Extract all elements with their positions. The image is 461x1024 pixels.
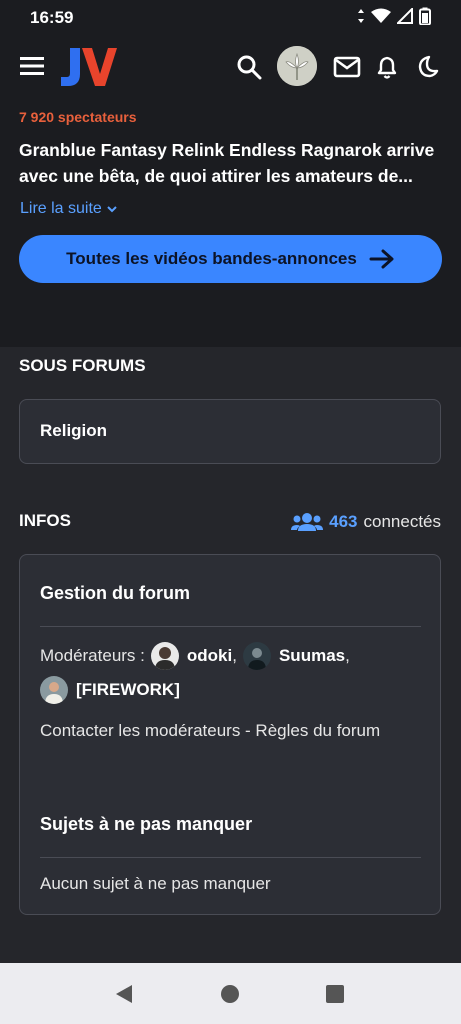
- must-read-empty-text: Aucun sujet à ne pas manquer: [40, 874, 271, 893]
- data-transfer-icon: [358, 9, 364, 23]
- moderators-row-2: [FIREWORK]: [34, 676, 180, 704]
- must-read-heading: Sujets à ne pas manquer: [40, 814, 253, 834]
- connected-count: 463: [329, 512, 358, 531]
- contact-moderators-link[interactable]: Contacter les modérateurs - Règles du fo…: [40, 719, 400, 742]
- moderator-avatar[interactable]: [40, 676, 68, 704]
- home-icon[interactable]: [219, 983, 241, 1005]
- video-section: 7 920 spectateurs Granblue Fantasy Relin…: [0, 100, 461, 347]
- arrow-right-icon: [369, 249, 394, 269]
- management-heading: Gestion du forum: [40, 583, 190, 603]
- subforum-item[interactable]: Religion: [19, 399, 441, 464]
- bell-icon[interactable]: [374, 54, 400, 80]
- status-bar: 16:59: [0, 0, 461, 34]
- battery-icon: [419, 7, 431, 25]
- chevron-down-icon: [107, 206, 117, 213]
- moderators-row: Modérateurs : odoki, Suumas,: [40, 642, 350, 670]
- cell-signal-icon: [397, 8, 413, 24]
- infos-heading: INFOS: [19, 511, 71, 530]
- moderator-avatar[interactable]: [150, 642, 179, 670]
- menu-icon[interactable]: [20, 56, 44, 76]
- subforums-heading: SOUS FORUMS: [19, 356, 146, 375]
- video-title[interactable]: Granblue Fantasy Relink Endless Ragnarok…: [19, 137, 449, 189]
- read-more-link[interactable]: Lire la suite: [20, 200, 118, 218]
- status-time: 16:59: [30, 8, 74, 27]
- divider: [40, 626, 421, 627]
- users-group-icon: [291, 513, 324, 531]
- moderator-separator: ,: [232, 646, 237, 665]
- divider: [40, 857, 421, 858]
- moderator-name[interactable]: Suumas: [279, 646, 345, 666]
- all-trailers-button[interactable]: Toutes les vidéos bandes-annonces: [19, 235, 442, 283]
- connected-users[interactable]: 463 connectés: [291, 512, 441, 532]
- search-icon[interactable]: [236, 54, 262, 80]
- forum-info-card: Gestion du forum Modérateurs : odoki, Su…: [19, 554, 441, 915]
- jv-logo[interactable]: [60, 46, 118, 88]
- moderators-label: Modérateurs :: [40, 646, 145, 665]
- moderator-name[interactable]: [FIREWORK]: [76, 680, 180, 700]
- mail-icon[interactable]: [333, 54, 361, 80]
- spectators-count: 7 920 spectateurs: [19, 109, 137, 125]
- connected-label: connectés: [363, 512, 442, 531]
- user-avatar[interactable]: [277, 46, 317, 86]
- back-icon[interactable]: [113, 983, 135, 1005]
- moderator-name[interactable]: odoki: [187, 646, 232, 666]
- moderator-avatar[interactable]: [242, 642, 271, 670]
- dark-mode-moon-icon[interactable]: [414, 54, 440, 80]
- all-trailers-label: Toutes les vidéos bandes-annonces: [66, 249, 357, 268]
- wifi-icon: [371, 8, 391, 23]
- recent-apps-icon[interactable]: [324, 983, 346, 1005]
- status-icons: [357, 7, 431, 25]
- lily-flower-icon: [277, 46, 317, 86]
- read-more-label: Lire la suite: [20, 200, 102, 217]
- system-nav-bar: [0, 963, 461, 1024]
- top-app-bar: [0, 34, 461, 100]
- moderator-separator: ,: [345, 646, 350, 665]
- subforum-item-label: Religion: [40, 421, 108, 440]
